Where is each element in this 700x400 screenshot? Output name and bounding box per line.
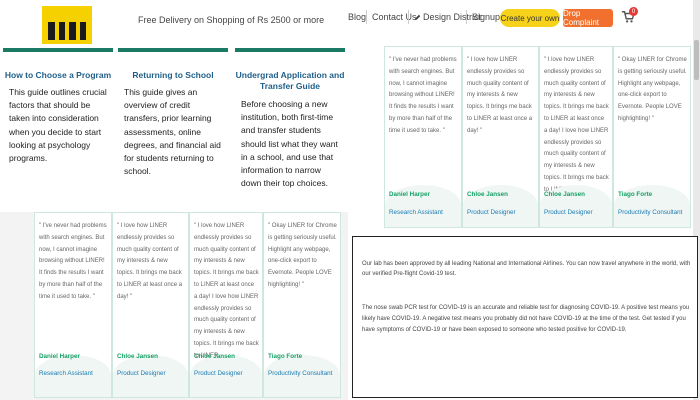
create-your-own-button[interactable]: Create your own xyxy=(500,9,560,27)
nav-divider xyxy=(408,10,409,24)
guide-description: This guide outlines crucial factors that… xyxy=(9,87,107,164)
guide-description: Before choosing a new institution, both … xyxy=(241,99,338,189)
nav-blog[interactable]: Blog xyxy=(348,12,366,22)
testimonial-role: Product Designer xyxy=(467,209,516,216)
testimonial-quote: " Okay LINER for Chrome is getting serio… xyxy=(268,223,337,288)
drop-complaint-button[interactable]: Drop Complaint xyxy=(563,9,613,27)
testimonial-role: Product Designer xyxy=(194,370,243,377)
testimonial-name: Daniel Harper xyxy=(389,191,430,198)
testimonial-quote: " I've never had problems with search en… xyxy=(39,223,107,300)
testimonial-quote: " I love how LINER endlessly provides so… xyxy=(467,57,533,134)
testimonial-name: Chloe Jansen xyxy=(194,353,235,360)
testimonial-card: " I've never had problems with search en… xyxy=(384,46,462,228)
scrollbar-thumb[interactable] xyxy=(694,40,699,80)
testimonial-quote: " I love how LINER endlessly provides so… xyxy=(194,223,259,359)
guide-description: This guide gives an overview of credit t… xyxy=(124,87,221,177)
testimonial-role: Product Designer xyxy=(544,209,593,216)
nav-design-district[interactable]: Design District xyxy=(414,12,481,22)
testimonial-name: Tiago Forte xyxy=(618,191,653,198)
testimonial-quote: " I've never had problems with search en… xyxy=(389,57,457,134)
nav-divider xyxy=(366,10,367,24)
guide-card[interactable]: How to Choose a Program This guide outli… xyxy=(3,48,113,198)
notice-paragraph: Our lab has been approved by all leading… xyxy=(362,261,691,277)
guide-title[interactable]: Undergrad Application and Transfer Guide xyxy=(235,70,345,92)
guide-card[interactable]: Undergrad Application and Transfer Guide… xyxy=(235,48,345,198)
card-top-bar xyxy=(3,48,113,52)
nav-divider xyxy=(466,10,467,24)
testimonial-name: Daniel Harper xyxy=(39,353,80,360)
testimonial-name: Chloe Jansen xyxy=(544,191,585,198)
cart-count-badge: 0 xyxy=(629,7,638,16)
testimonial-card: " Okay LINER for Chrome is getting serio… xyxy=(263,212,341,398)
nav-signup[interactable]: Signup xyxy=(472,12,500,22)
nav-contact-us[interactable]: Contact Us xyxy=(372,12,417,22)
card-top-bar xyxy=(235,48,345,52)
testimonial-card: " Okay LINER for Chrome is getting serio… xyxy=(613,46,691,228)
free-delivery-banner: Free Delivery on Shopping of Rs 2500 or … xyxy=(138,15,325,25)
testimonial-role: Research Assistant xyxy=(39,370,93,377)
covid-test-notice: Our lab has been approved by all leading… xyxy=(352,236,698,398)
testimonial-role: Productivity Consultant xyxy=(618,209,683,216)
testimonial-quote: " Okay LINER for Chrome is getting serio… xyxy=(618,57,687,122)
testimonial-name: Tiago Forte xyxy=(268,353,303,360)
testimonial-role: Productivity Consultant xyxy=(268,370,333,377)
logo-mark xyxy=(48,22,86,40)
testimonial-role: Product Designer xyxy=(117,370,166,377)
notice-paragraph: The nose swab PCR test for COVID-19 is a… xyxy=(362,305,690,333)
testimonial-role: Research Assistant xyxy=(389,209,443,216)
pen-icon xyxy=(414,14,421,20)
testimonial-card: " I've never had problems with search en… xyxy=(34,212,112,398)
guide-card[interactable]: Returning to School This guide gives an … xyxy=(118,48,228,198)
testimonial-quote: " I love how LINER endlessly provides so… xyxy=(117,223,183,300)
guide-title[interactable]: How to Choose a Program xyxy=(3,70,113,81)
card-top-bar xyxy=(118,48,228,52)
testimonial-name: Chloe Jansen xyxy=(117,353,158,360)
testimonial-card: " I love how LINER endlessly provides so… xyxy=(462,46,539,228)
testimonial-card: " I love how LINER endlessly provides so… xyxy=(112,212,189,398)
site-logo[interactable] xyxy=(42,6,92,44)
guide-title[interactable]: Returning to School xyxy=(118,70,228,81)
testimonial-quote: " I love how LINER endlessly provides so… xyxy=(544,57,609,193)
testimonial-name: Chloe Jansen xyxy=(467,191,508,198)
testimonial-card: " I love how LINER endlessly provides so… xyxy=(539,46,613,228)
testimonial-card: " I love how LINER endlessly provides so… xyxy=(189,212,263,398)
